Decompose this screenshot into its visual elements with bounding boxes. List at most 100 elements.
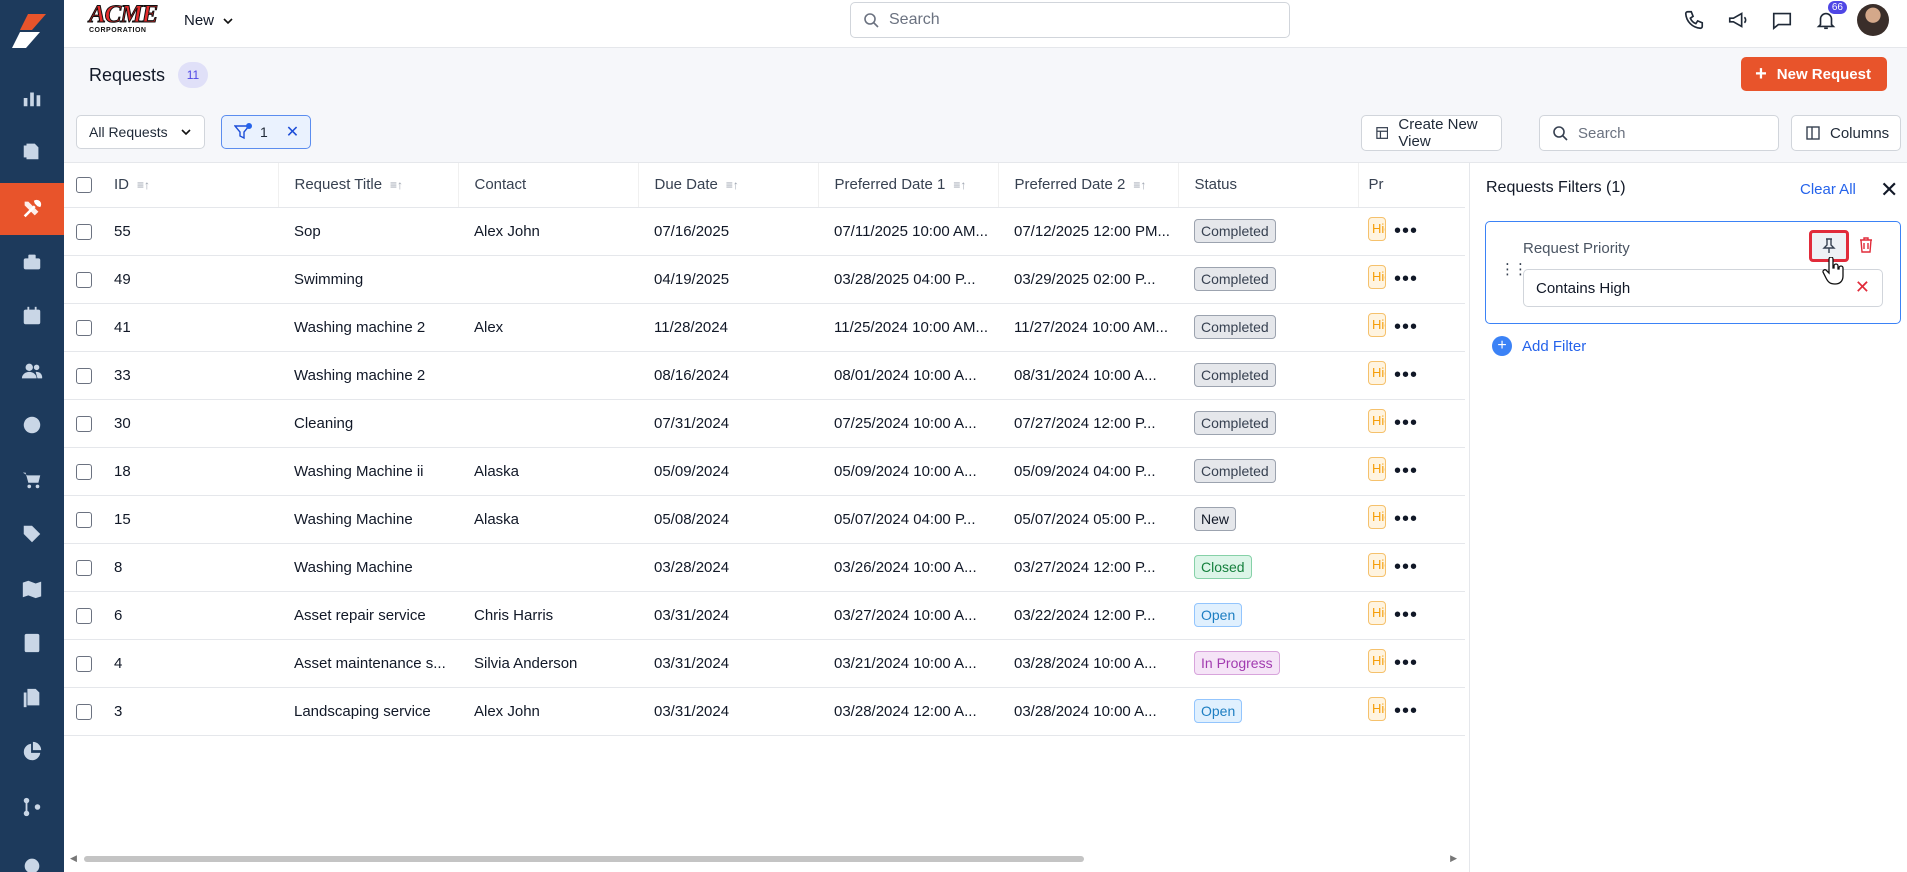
pin-icon [1822,238,1836,253]
more-actions-icon[interactable]: ••• [1394,364,1418,386]
sidebar-workflows[interactable] [0,781,64,833]
sort-icon[interactable]: ≡↑ [1133,178,1146,192]
chat-button[interactable] [1769,3,1795,37]
scroll-left-icon[interactable]: ◀ [70,853,77,864]
column-header-id[interactable]: ID ≡↑ [98,163,279,208]
new-dropdown[interactable]: New [184,12,234,29]
scroll-right-icon[interactable]: ▶ [1450,853,1457,864]
cell-actions: ••• [1390,447,1465,496]
table-row[interactable]: 33 Washing machine 2 08/16/2024 08/01/2024 … [64,351,1465,400]
add-filter-button[interactable]: + Add Filter [1492,336,1586,356]
top-bar: ACME CORPORATION New Search 66 [64,0,1907,48]
select-all-checkbox[interactable] [76,177,92,194]
row-checkbox[interactable] [76,559,92,576]
row-checkbox[interactable] [76,703,92,720]
row-checkbox[interactable] [76,223,92,240]
table-row[interactable]: 41 Washing machine 2 Alex 11/28/2024 11/25/2… [64,303,1465,352]
row-checkbox[interactable] [76,271,92,288]
global-search-input[interactable]: Search [850,2,1290,38]
table-row[interactable]: 3 Landscaping service Alex John 03/31/2024 0… [64,687,1465,736]
view-selector[interactable]: All Requests [76,115,205,149]
sidebar-documents[interactable] [0,672,64,724]
table-row[interactable]: 15 Washing Machine Alaska 05/08/2024 05/07/2… [64,495,1465,544]
horizontal-scrollbar[interactable]: ◀ ▶ [64,853,1465,865]
row-checkbox[interactable] [76,415,92,432]
sidebar-briefcase[interactable] [0,236,64,288]
row-select-cell [64,639,98,688]
more-actions-icon[interactable]: ••• [1394,604,1418,626]
remove-filter-icon[interactable]: ✕ [286,122,299,142]
table-search-input[interactable]: Search [1539,115,1779,151]
more-actions-icon[interactable]: ••• [1394,412,1418,434]
scrollbar-thumb[interactable] [84,856,1084,862]
row-checkbox[interactable] [76,367,92,384]
row-checkbox[interactable] [76,511,92,528]
sidebar-reports[interactable] [0,726,64,778]
avatar[interactable] [1857,4,1889,36]
more-actions-icon[interactable]: ••• [1394,556,1418,578]
column-header-title[interactable]: Request Title ≡↑ [278,163,459,208]
sidebar-customers[interactable] [0,345,64,397]
sort-icon[interactable]: ≡↑ [390,178,403,192]
sidebar-jobs[interactable] [0,125,64,177]
more-actions-icon[interactable]: ••• [1394,268,1418,290]
column-header-due-date[interactable]: Due Date ≡↑ [638,163,819,208]
more-actions-icon[interactable]: ••• [1394,460,1418,482]
table-row[interactable]: 55 Sop Alex John 07/16/2025 07/11/2025 10:00… [64,207,1465,256]
row-checkbox[interactable] [76,319,92,336]
more-actions-icon[interactable]: ••• [1394,316,1418,338]
table-row[interactable]: 8 Washing Machine 03/28/2024 03/26/2024 10:… [64,543,1465,592]
status-badge: Closed [1194,555,1252,579]
more-actions-icon[interactable]: ••• [1394,652,1418,674]
sidebar-settings[interactable] [0,840,64,872]
sidebar-dashboard[interactable] [0,72,64,124]
sidebar-store[interactable] [0,454,64,506]
column-header-priority[interactable]: Pr [1358,163,1390,208]
sidebar-map[interactable] [0,563,64,615]
table-row[interactable]: 4 Asset maintenance s... Silvia Anderson 03… [64,639,1465,688]
clear-all-link[interactable]: Clear All [1800,181,1856,198]
column-header-status[interactable]: Status [1178,163,1359,208]
column-header-preferred-date-2[interactable]: Preferred Date 2 ≡↑ [998,163,1179,208]
columns-button[interactable]: Columns [1791,115,1901,151]
new-request-button[interactable]: + New Request [1741,57,1887,91]
more-actions-icon[interactable]: ••• [1394,700,1418,722]
app-logo-icon[interactable] [6,8,58,54]
close-icon[interactable]: ✕ [1880,177,1898,203]
header-label: Due Date [654,176,718,194]
sidebar-pricing[interactable] [0,508,64,560]
more-actions-icon[interactable]: ••• [1394,508,1418,530]
sort-icon[interactable]: ≡↑ [953,178,966,192]
row-checkbox[interactable] [76,655,92,672]
cell-actions: ••• [1390,207,1465,256]
active-filter-chip[interactable]: 1 ✕ [221,115,311,149]
notifications-button[interactable]: 66 [1813,1,1847,37]
sidebar-requests[interactable] [0,183,64,235]
clear-filter-value-icon[interactable]: ✕ [1855,277,1870,298]
sidebar-invoices[interactable] [0,617,64,669]
create-new-view-button[interactable]: Create New View [1361,115,1502,151]
column-header-contact[interactable]: Contact [458,163,639,208]
row-checkbox[interactable] [76,463,92,480]
more-actions-icon[interactable]: ••• [1394,220,1418,242]
row-checkbox[interactable] [76,607,92,624]
priority-badge: High [1368,409,1386,433]
status-badge: In Progress [1194,651,1280,675]
status-badge: Completed [1194,315,1276,339]
sidebar-timesheet[interactable] [0,399,64,451]
cell-id: 4 [98,639,278,688]
announcements-button[interactable] [1725,3,1751,37]
brand-logo[interactable]: ACME CORPORATION [89,2,159,35]
cell-priority: High [1358,639,1390,688]
add-filter-label: Add Filter [1522,337,1587,355]
sidebar-calendar[interactable] [0,290,64,342]
delete-filter-button[interactable] [1858,236,1874,257]
column-header-preferred-date-1[interactable]: Preferred Date 1 ≡↑ [818,163,999,208]
sort-icon[interactable]: ≡↑ [137,178,150,192]
table-row[interactable]: 18 Washing Machine ii Alaska 05/09/2024 05/0… [64,447,1465,496]
sort-icon[interactable]: ≡↑ [726,178,739,192]
table-row[interactable]: 30 Cleaning 07/31/2024 07/25/2024 10:00 A..… [64,399,1465,448]
table-row[interactable]: 49 Swimming 04/19/2025 03/28/2025 04:00 P..… [64,255,1465,304]
phone-button[interactable] [1681,3,1707,37]
table-row[interactable]: 6 Asset repair service Chris Harris 03/31/2… [64,591,1465,640]
